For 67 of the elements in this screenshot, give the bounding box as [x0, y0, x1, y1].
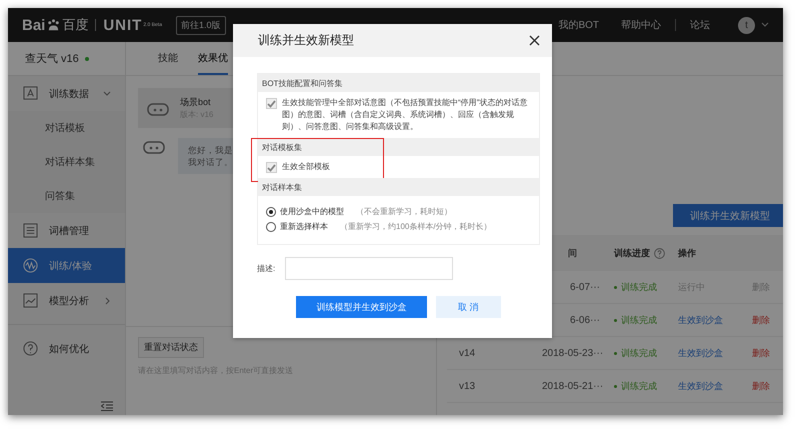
column-header: 操作: [678, 248, 696, 258]
person-icon: [23, 86, 38, 101]
tab[interactable]: 效果优: [198, 42, 228, 75]
sidebar-item[interactable]: 模型分析: [8, 283, 125, 318]
status-text: 训练完成: [621, 380, 657, 392]
nav-link[interactable]: 论坛: [690, 18, 710, 32]
status-text: 训练完成: [621, 314, 657, 326]
radio-label: 重新选择样本: [280, 221, 328, 232]
chevron-down-icon[interactable]: [761, 22, 769, 28]
checkbox-label: 生效技能管理中全部对话意图（不包括预置技能中“停用”状态的对话意图）的意图、词槽（含自定义词典、系统词槽）、回应（含触发规则）、问答意图、问答集和高级设置。: [282, 97, 528, 133]
version-switch-button[interactable]: 前往1.0版: [176, 16, 226, 34]
reset-button[interactable]: 重置对话状态: [138, 337, 204, 358]
section-header: 对话样本集: [258, 178, 539, 196]
tab[interactable]: 技能: [158, 42, 178, 75]
delete-link[interactable]: 删除: [752, 314, 770, 324]
table-cell: 6-06···: [570, 314, 600, 326]
help-icon: [23, 341, 38, 356]
dialog-title: 训练并生效新模型: [258, 32, 354, 49]
status-dot: [614, 318, 617, 322]
table-cell: 2018-05-23···: [542, 348, 604, 358]
chart-icon: [23, 293, 38, 308]
field-label: 描述:: [257, 263, 276, 274]
radio-label: 使用沙盒中的模型: [280, 206, 344, 217]
avatar[interactable]: t: [738, 16, 755, 34]
delete-link[interactable]: 删除: [752, 348, 770, 358]
product-name: UNIT: [103, 16, 142, 34]
delete-link[interactable]: 删除: [752, 380, 770, 390]
radio-button[interactable]: [266, 206, 276, 216]
pulse-icon: [23, 258, 38, 273]
logo-text: Bai: [22, 16, 46, 34]
cancel-button[interactable]: 取 消: [436, 296, 501, 318]
radio-hint: （不会重新学习，耗时短）: [356, 206, 452, 217]
list-icon: [23, 223, 38, 238]
confirm-button[interactable]: 训练模型并生效到沙盒: [296, 296, 427, 318]
bot-name: 查天气 v16: [25, 52, 79, 66]
action-link[interactable]: 生效到沙盒: [678, 314, 723, 324]
sidebar-item[interactable]: 训练数据: [8, 76, 125, 111]
collapse-icon[interactable]: [101, 401, 113, 411]
section-header: 对话模板集: [258, 138, 539, 156]
status-text: 训练完成: [621, 346, 657, 360]
table-cell: v14: [459, 348, 476, 358]
description-field[interactable]: [285, 257, 453, 280]
nav-link[interactable]: 我的BOT: [558, 18, 599, 32]
logo-text: 百度: [62, 16, 88, 34]
status-dot: [614, 384, 617, 388]
action-link[interactable]: 生效到沙盒: [678, 348, 723, 358]
table-cell: v13: [459, 380, 476, 392]
bot-title: 场景bot: [180, 96, 212, 109]
table-cell: 2018-05-21···: [542, 380, 604, 392]
status-dot: [614, 286, 617, 288]
status-dot: [614, 352, 617, 354]
sidebar-item[interactable]: 训练/体验: [8, 248, 125, 283]
sidebar-item[interactable]: 词槽管理: [8, 213, 125, 248]
train-button[interactable]: 训练并生效新模型: [673, 204, 783, 227]
column-header: 间: [568, 248, 577, 258]
action-link[interactable]: 生效到沙盒: [678, 380, 723, 390]
radio-button[interactable]: [266, 222, 276, 232]
radio-hint: （重新学习，约100条样本/分钟，耗时长）: [340, 221, 492, 232]
section-header: BOT技能配置和问答集: [258, 74, 539, 92]
status-text: 训练完成: [621, 280, 657, 294]
close-icon[interactable]: [529, 35, 540, 46]
column-header: 训练进度: [614, 246, 650, 260]
table-cell: 6-07···: [570, 282, 600, 292]
nav-link[interactable]: 帮助中心: [621, 18, 661, 32]
sidebar-item[interactable]: 如何优化: [8, 331, 125, 366]
help-icon[interactable]: [654, 248, 665, 258]
paw-icon: [46, 18, 62, 32]
